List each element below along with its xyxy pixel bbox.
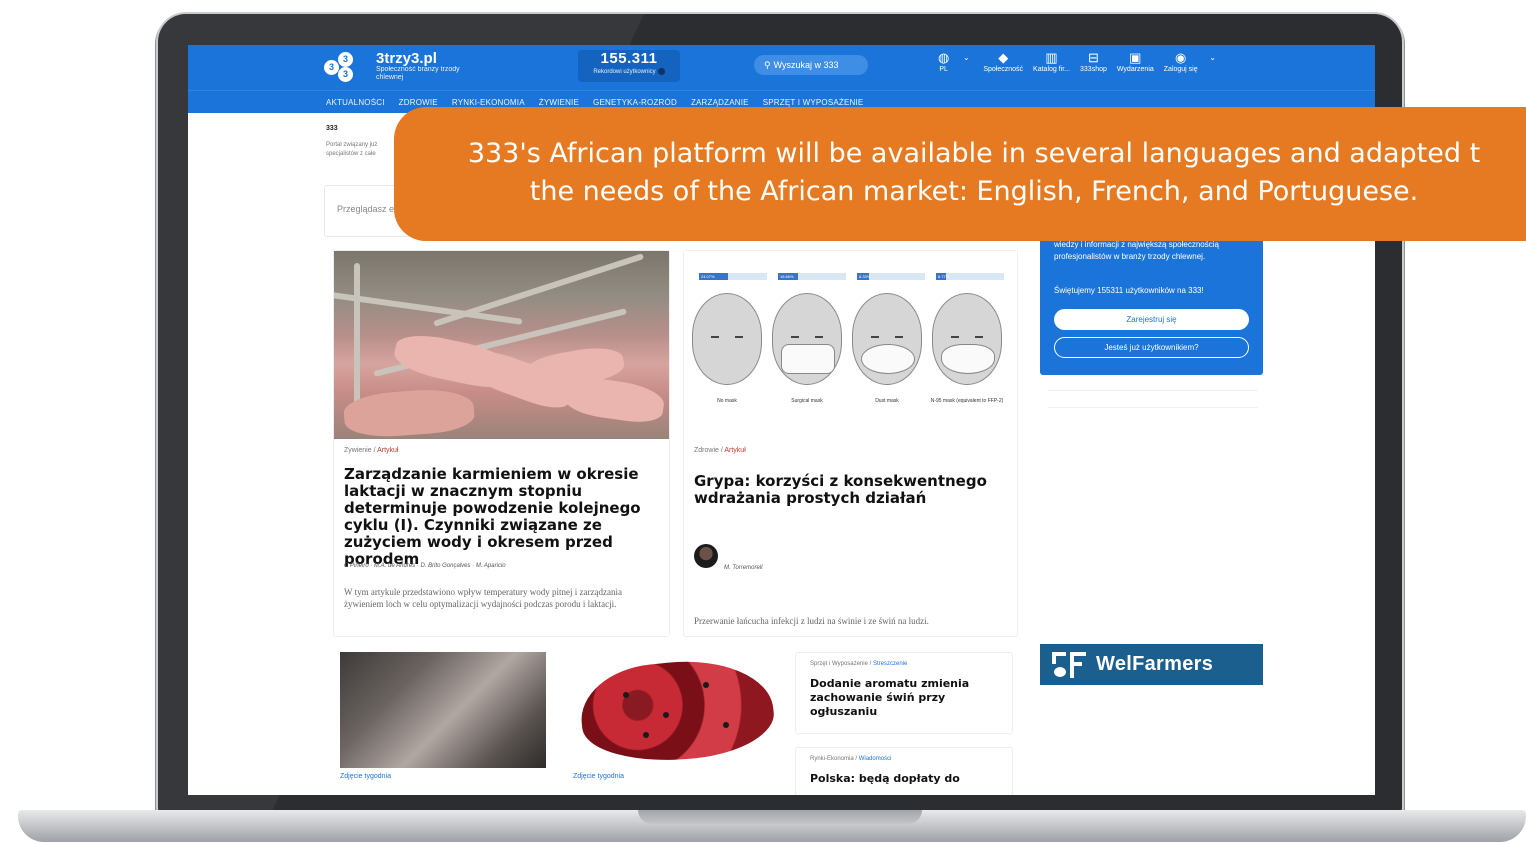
nav-catalog[interactable]: ▥ Katalog fir... bbox=[1033, 51, 1070, 74]
mask-bar: 8.33% bbox=[857, 273, 925, 280]
mockup-stage: 3 3 3 3trzy3.pl Społeczność branży trzod… bbox=[0, 0, 1526, 843]
logo-name: 3trzy3.pl bbox=[376, 50, 437, 67]
figure-label: N-95 mask (equivalent to FFP-2) bbox=[930, 398, 1004, 404]
site-logo[interactable]: 3 3 3 3trzy3.pl Społeczność branży trzod… bbox=[324, 51, 486, 82]
photo-caption[interactable]: Zdjęcie tygodnia bbox=[573, 773, 624, 780]
article-card[interactable]: Żywienie / Artykuł Zarządzanie karmienie… bbox=[333, 250, 670, 637]
figure-label: Dust mask bbox=[875, 398, 899, 404]
article-card[interactable]: 24.07% 16.66% 8.33% 6.77% No mask Surgic… bbox=[683, 250, 1018, 637]
article-title[interactable]: Grypa: korzyści z konsekwentnego wdrażan… bbox=[694, 473, 994, 507]
face-no-mask bbox=[692, 293, 762, 385]
photo-of-week-image[interactable] bbox=[573, 652, 779, 768]
article-excerpt: Przerwanie łańcucha infekcji z ludzi na … bbox=[694, 616, 929, 626]
shop-icon: ⊟ bbox=[1087, 50, 1099, 65]
photo-of-week-image[interactable] bbox=[340, 652, 546, 768]
chevron-down-icon[interactable]: ⌄ bbox=[1208, 51, 1218, 74]
menu-item-zdrowie[interactable]: ZDROWIE bbox=[399, 98, 438, 107]
divider bbox=[1048, 407, 1258, 408]
laptop-notch bbox=[638, 810, 922, 824]
signup-promo: wiedzy i informacji z największą społecz… bbox=[1040, 225, 1263, 375]
globe-icon: ◍ bbox=[938, 50, 950, 65]
chevron-down-icon[interactable]: ⌄ bbox=[959, 51, 973, 74]
news-type: Streszczenie bbox=[873, 661, 908, 667]
search-input[interactable]: ⚲ Wyszukaj w 333 bbox=[754, 55, 868, 75]
nav-login[interactable]: ◉ Zaloguj się bbox=[1164, 51, 1198, 74]
face-surgical-mask bbox=[772, 293, 842, 385]
menu-item-zarzadzanie[interactable]: ZARZĄDZANIE bbox=[691, 98, 749, 107]
ad-name: WelFarmers bbox=[1096, 653, 1214, 675]
photo-caption[interactable]: Zdjęcie tygodnia bbox=[340, 773, 391, 780]
divider bbox=[1048, 390, 1258, 391]
article-authors: M. Torremorell bbox=[724, 565, 763, 571]
news-type: Wiadomości bbox=[858, 756, 892, 762]
author-avatar bbox=[694, 544, 718, 568]
search-placeholder: Wyszukaj w 333 bbox=[773, 60, 839, 70]
breadcrumb[interactable]: 333 bbox=[326, 125, 338, 132]
mask-bar: 16.66% bbox=[778, 273, 846, 280]
mask-bar: 6.77% bbox=[936, 273, 1004, 280]
menu-item-rynki[interactable]: RYNKI-EKONOMIA bbox=[452, 98, 525, 107]
article-title[interactable]: Zarządzanie karmieniem w okresie laktacj… bbox=[344, 466, 662, 568]
community-icon: ◆ bbox=[998, 50, 1009, 65]
browse-label: Przeglądasz e bbox=[337, 204, 395, 214]
face-n95-mask bbox=[932, 293, 1002, 385]
article-image: 24.07% 16.66% 8.33% 6.77% No mask Surgic… bbox=[684, 251, 1017, 439]
article-excerpt: W tym artykule przedstawiono wpływ tempe… bbox=[344, 587, 622, 609]
nav-language[interactable]: ◍ PL bbox=[938, 51, 949, 74]
user-counter: 155.311 Rekordowi użytkownicy bbox=[578, 50, 680, 82]
register-button[interactable]: Zarejestruj się bbox=[1054, 309, 1249, 330]
news-card[interactable]: Rynki-Ekonomia / Wiadomości Polska: będą… bbox=[795, 747, 1013, 795]
calendar-icon: ▣ bbox=[1129, 50, 1142, 65]
mask-bar: 24.07% bbox=[699, 273, 767, 280]
counter-label: Rekordowi użytkownicy bbox=[593, 69, 656, 76]
user-icon: ◉ bbox=[1175, 50, 1187, 65]
article-type: Artykuł bbox=[724, 447, 746, 454]
article-category[interactable]: Zdrowie bbox=[694, 447, 719, 454]
menu-item-sprzet[interactable]: SPRZĘT I WYPOSAŻENIE bbox=[763, 98, 864, 107]
counter-value: 155.311 bbox=[600, 50, 658, 67]
news-title[interactable]: Dodanie aromatu zmienia zachowanie świń … bbox=[810, 677, 1000, 719]
banner-line-2: the needs of the African market: English… bbox=[529, 176, 1419, 207]
site-header: 3 3 3 3trzy3.pl Społeczność branży trzod… bbox=[188, 45, 1375, 90]
mask-bar-fill: 8.33% bbox=[857, 273, 871, 280]
news-category[interactable]: Rynki-Ekonomia bbox=[810, 756, 854, 762]
catalog-icon: ▥ bbox=[1045, 50, 1058, 65]
ad-banner[interactable]: WelFarmers bbox=[1040, 644, 1263, 685]
menu-item-zywienie[interactable]: ŻYWIENIE bbox=[539, 98, 579, 107]
mask-bar-fill: 6.77% bbox=[936, 273, 950, 280]
news-category[interactable]: Sprzęt i Wyposażenie bbox=[810, 661, 868, 667]
menu-item-genetyka[interactable]: GENETYKA-ROZRÓD bbox=[593, 98, 677, 107]
promo-text: wiedzy i informacji z największą społecz… bbox=[1054, 240, 1219, 261]
login-button[interactable]: Jesteś już użytkownikiem? bbox=[1054, 337, 1249, 358]
mask-bar-fill: 24.07% bbox=[699, 273, 728, 280]
article-authors: C Piñeiro · M.A. de Andrés · D. Brito Go… bbox=[344, 563, 506, 569]
info-banner: 333's African platform will be available… bbox=[394, 107, 1526, 241]
promo-stat: Świętujemy 155311 użytkowników na 333! bbox=[1054, 286, 1204, 295]
face-dust-mask bbox=[852, 293, 922, 385]
article-image bbox=[334, 251, 669, 439]
article-category[interactable]: Żywienie bbox=[344, 447, 372, 454]
search-icon: ⚲ bbox=[764, 60, 771, 70]
banner-line-1: 333's African platform will be available… bbox=[467, 138, 1481, 169]
article-type: Artykuł bbox=[377, 447, 399, 454]
figure-label: Surgical mask bbox=[791, 398, 823, 404]
nav-shop[interactable]: ⊟ 333shop bbox=[1080, 51, 1107, 74]
nav-community[interactable]: ◆ Społeczność bbox=[983, 51, 1023, 74]
logo-tagline: Społeczność branży trzody chlewnej bbox=[376, 66, 460, 81]
header-nav: ◍ PL ⌄ ◆ Społeczność ▥ Katalog fir... ⊟ 333s… bbox=[938, 51, 1218, 74]
welfarmers-logo-icon bbox=[1052, 651, 1086, 678]
nav-events[interactable]: ▣ Wydarzenia bbox=[1117, 51, 1154, 74]
figure-label: No mask bbox=[717, 398, 737, 404]
menu-item-aktualnosci[interactable]: AKTUALNOŚCI bbox=[326, 98, 385, 107]
mask-bar-fill: 16.66% bbox=[778, 273, 799, 280]
news-card[interactable]: Sprzęt i Wyposażenie / Streszczenie Doda… bbox=[795, 652, 1013, 734]
news-title[interactable]: Polska: będą dopłaty do bbox=[810, 772, 1000, 786]
info-icon bbox=[657, 68, 665, 75]
logo-icon: 3 3 3 bbox=[324, 51, 370, 82]
